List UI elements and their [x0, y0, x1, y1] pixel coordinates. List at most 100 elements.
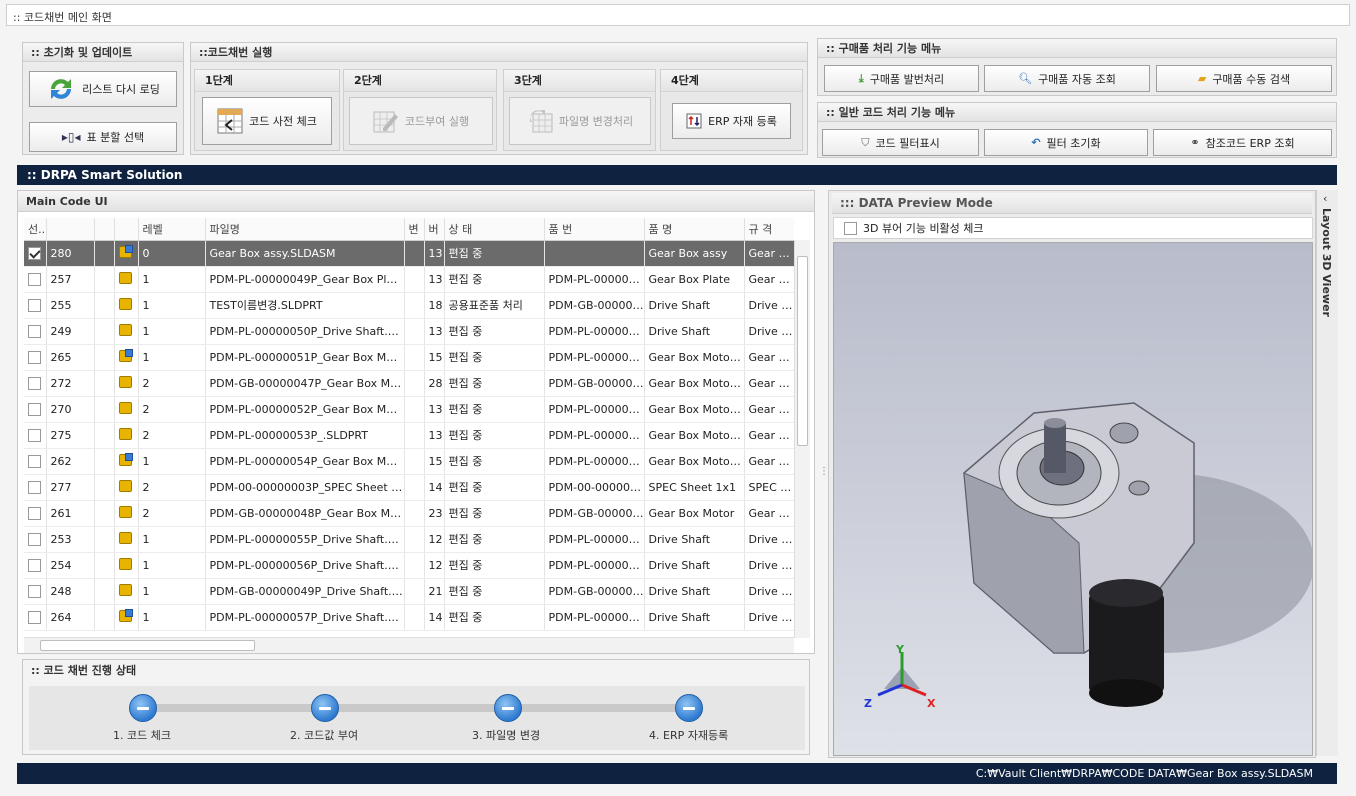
row-cell: [114, 604, 139, 631]
row-checkbox[interactable]: [28, 532, 41, 546]
column-header[interactable]: 버: [424, 218, 445, 241]
table-row[interactable]: 264 1PDM-PL-00000057P_Drive Shaft.SLDASM 1…: [24, 604, 794, 631]
code-filter-button[interactable]: ⛉ 코드 필터표시: [822, 129, 979, 156]
table-split-button[interactable]: ▸▯◂ 표 분할 선택: [29, 122, 177, 152]
row-status: 편집 중: [444, 344, 545, 371]
code-precheck-button[interactable]: 코드 사전 체크: [202, 97, 332, 145]
row-checkbox[interactable]: [28, 584, 41, 598]
purchase-issue-button[interactable]: ⤓ 구매품 발번처리: [824, 65, 979, 92]
table-row[interactable]: 262 1PDM-PL-00000054P_Gear Box Motor_assy…: [24, 448, 794, 475]
general-group-title: :: 일반 코드 처리 기능 메뉴: [818, 103, 1336, 122]
row-checkbox[interactable]: [28, 376, 41, 390]
grid-horizontal-thumb[interactable]: [40, 640, 255, 651]
table-row[interactable]: 272 2PDM-GB-00000047P_Gear Box Motor_1.SL…: [24, 370, 794, 397]
row-checkbox[interactable]: [28, 350, 41, 364]
row-status: 공용표준품 처리: [444, 292, 545, 319]
column-header[interactable]: 상 태: [444, 218, 545, 241]
row-id: 254: [46, 552, 95, 579]
row-checkbox[interactable]: [28, 428, 41, 442]
part-icon: [118, 375, 132, 388]
row-filename: PDM-PL-00000052P_Gear Box Motor_2.SLDPRT: [205, 396, 405, 423]
reload-list-button[interactable]: 리스트 다시 로딩: [29, 71, 177, 107]
row-checkbox[interactable]: [28, 610, 41, 624]
row-part-name: Gear Box Plate: [644, 266, 745, 293]
row-checkbox[interactable]: [28, 506, 41, 520]
row-status: 편집 중: [444, 422, 545, 449]
column-header[interactable]: 선..: [24, 218, 47, 241]
code-assign-button[interactable]: 코드부여 실행: [349, 97, 493, 145]
progress-title: :: 코드 채번 진행 상태: [23, 660, 809, 681]
row-checkbox[interactable]: [28, 558, 41, 572]
purchase-manual-search-button[interactable]: ▰ 구매품 수동 검색: [1156, 65, 1332, 92]
viewer-disable-checkbox[interactable]: [844, 221, 857, 235]
table-row[interactable]: 254 1PDM-PL-00000056P_Drive Shaft.SLDPRT 1…: [24, 552, 794, 579]
row-checkbox[interactable]: [28, 324, 41, 338]
progress-step-3: [494, 694, 522, 722]
table-row[interactable]: 255 1 TEST이름변경.SLDPRT 18 공용표준품 처리 PDM-GB-0000…: [24, 292, 794, 319]
row-spec: Drive Shaft: [744, 526, 794, 553]
filter-reset-button[interactable]: ↶ 필터 초기화: [984, 129, 1148, 156]
erp-register-button[interactable]: ERP 자재 등록: [672, 103, 791, 139]
row-checkbox[interactable]: [28, 298, 41, 312]
row-cell: [24, 526, 47, 553]
column-header[interactable]: 품 번: [544, 218, 645, 241]
column-header[interactable]: [114, 218, 139, 241]
column-header[interactable]: 파일명: [205, 218, 405, 241]
row-cell: [114, 552, 139, 579]
assembly-icon: [118, 608, 133, 622]
table-row[interactable]: 270 2PDM-PL-00000052P_Gear Box Motor_2.SL…: [24, 396, 794, 423]
table-row[interactable]: 253 1PDM-PL-00000055P_Drive Shaft.SLDPRT 1…: [24, 526, 794, 553]
undo-icon: ↶: [1031, 136, 1041, 149]
progress-step-1: [129, 694, 157, 722]
row-version: 14: [424, 604, 445, 631]
row-cell: [24, 578, 47, 605]
row-checkbox[interactable]: [28, 246, 41, 260]
splitter-grip[interactable]: ⋮: [819, 466, 829, 480]
stage-4: 4단계 ERP 자재 등록: [660, 69, 803, 151]
row-id: 265: [46, 344, 95, 371]
filename-change-button[interactable]: 파일명 변경처리: [509, 97, 651, 145]
grid-vertical-scrollbar[interactable]: [794, 240, 810, 638]
row-level: 1: [138, 292, 206, 319]
column-header[interactable]: 규 격: [744, 218, 794, 241]
solution-banner: :: DRPA Smart Solution: [17, 165, 1337, 185]
progress-panel: :: 코드 채번 진행 상태 1. 코드 체크 2. 코드값 부여 3. 파일명…: [22, 659, 810, 755]
viewer-toggle-row[interactable]: 3D 뷰어 기능 비활성 체크: [833, 217, 1313, 239]
layout-3d-viewer-tab[interactable]: ‹ Layout 3D Viewer: [1316, 190, 1338, 756]
row-spec: Drive Shaft: [744, 552, 794, 579]
stage-3: 3단계 파일명 변경처리: [503, 69, 656, 151]
column-header[interactable]: [46, 218, 95, 241]
part-icon: [118, 505, 132, 518]
row-cell: [114, 578, 139, 605]
column-header[interactable]: 품 명: [644, 218, 745, 241]
row-checkbox[interactable]: [28, 454, 41, 468]
purchase-auto-search-button[interactable]: 🔍︎ 구매품 자동 조회: [984, 65, 1150, 92]
row-cell: [114, 526, 139, 553]
row-checkbox[interactable]: [28, 272, 41, 286]
grid-horizontal-scrollbar[interactable]: [24, 637, 794, 653]
row-spec: Drive Shaft: [744, 604, 794, 631]
table-row[interactable]: 249 1PDM-PL-00000050P_Drive Shaft.SLDPRT 1…: [24, 318, 794, 345]
table-row[interactable]: 257 1PDM-PL-00000049P_Gear Box Plate.SLDP…: [24, 266, 794, 293]
table-row[interactable]: 261 2PDM-GB-00000048P_Gear Box Motor.SLDP…: [24, 500, 794, 527]
erp-upload-icon: [686, 113, 702, 129]
table-row[interactable]: 265 1PDM-PL-00000051P_Gear Box Motor_assy…: [24, 344, 794, 371]
column-header[interactable]: [94, 218, 115, 241]
column-header[interactable]: 변: [404, 218, 425, 241]
3d-viewport[interactable]: Y X Z: [833, 242, 1313, 756]
row-cell: [114, 266, 139, 293]
column-header[interactable]: 레벨: [138, 218, 206, 241]
table-row[interactable]: 275 2 PDM-PL-00000053P_.SLDPRT 13 편집 중 PDM-PL…: [24, 422, 794, 449]
table-row[interactable]: 277 2PDM-00-00000003P_SPEC Sheet 1x1.SLDP…: [24, 474, 794, 501]
row-checkbox[interactable]: [28, 480, 41, 494]
table-row[interactable]: 280 0 Gear Box assy.SLDASM 13 편집 중 Gear Box a…: [24, 240, 794, 267]
table-row[interactable]: 248 1PDM-GB-00000049P_Drive Shaft.SLDPRT 2…: [24, 578, 794, 605]
ref-code-erp-button[interactable]: ⚭ 참조코드 ERP 조회: [1153, 129, 1332, 156]
preview-panel: ::: DATA Preview Mode 3D 뷰어 기능 비활성 체크 Y …: [828, 190, 1316, 758]
row-checkbox[interactable]: [28, 402, 41, 416]
row-part-number: PDM-PL-00000049P: [544, 266, 645, 293]
row-id: 253: [46, 526, 95, 553]
row-part-number: PDM-GB-00000048P: [544, 500, 645, 527]
grid-vertical-thumb[interactable]: [797, 256, 808, 446]
row-cell: [114, 318, 139, 345]
